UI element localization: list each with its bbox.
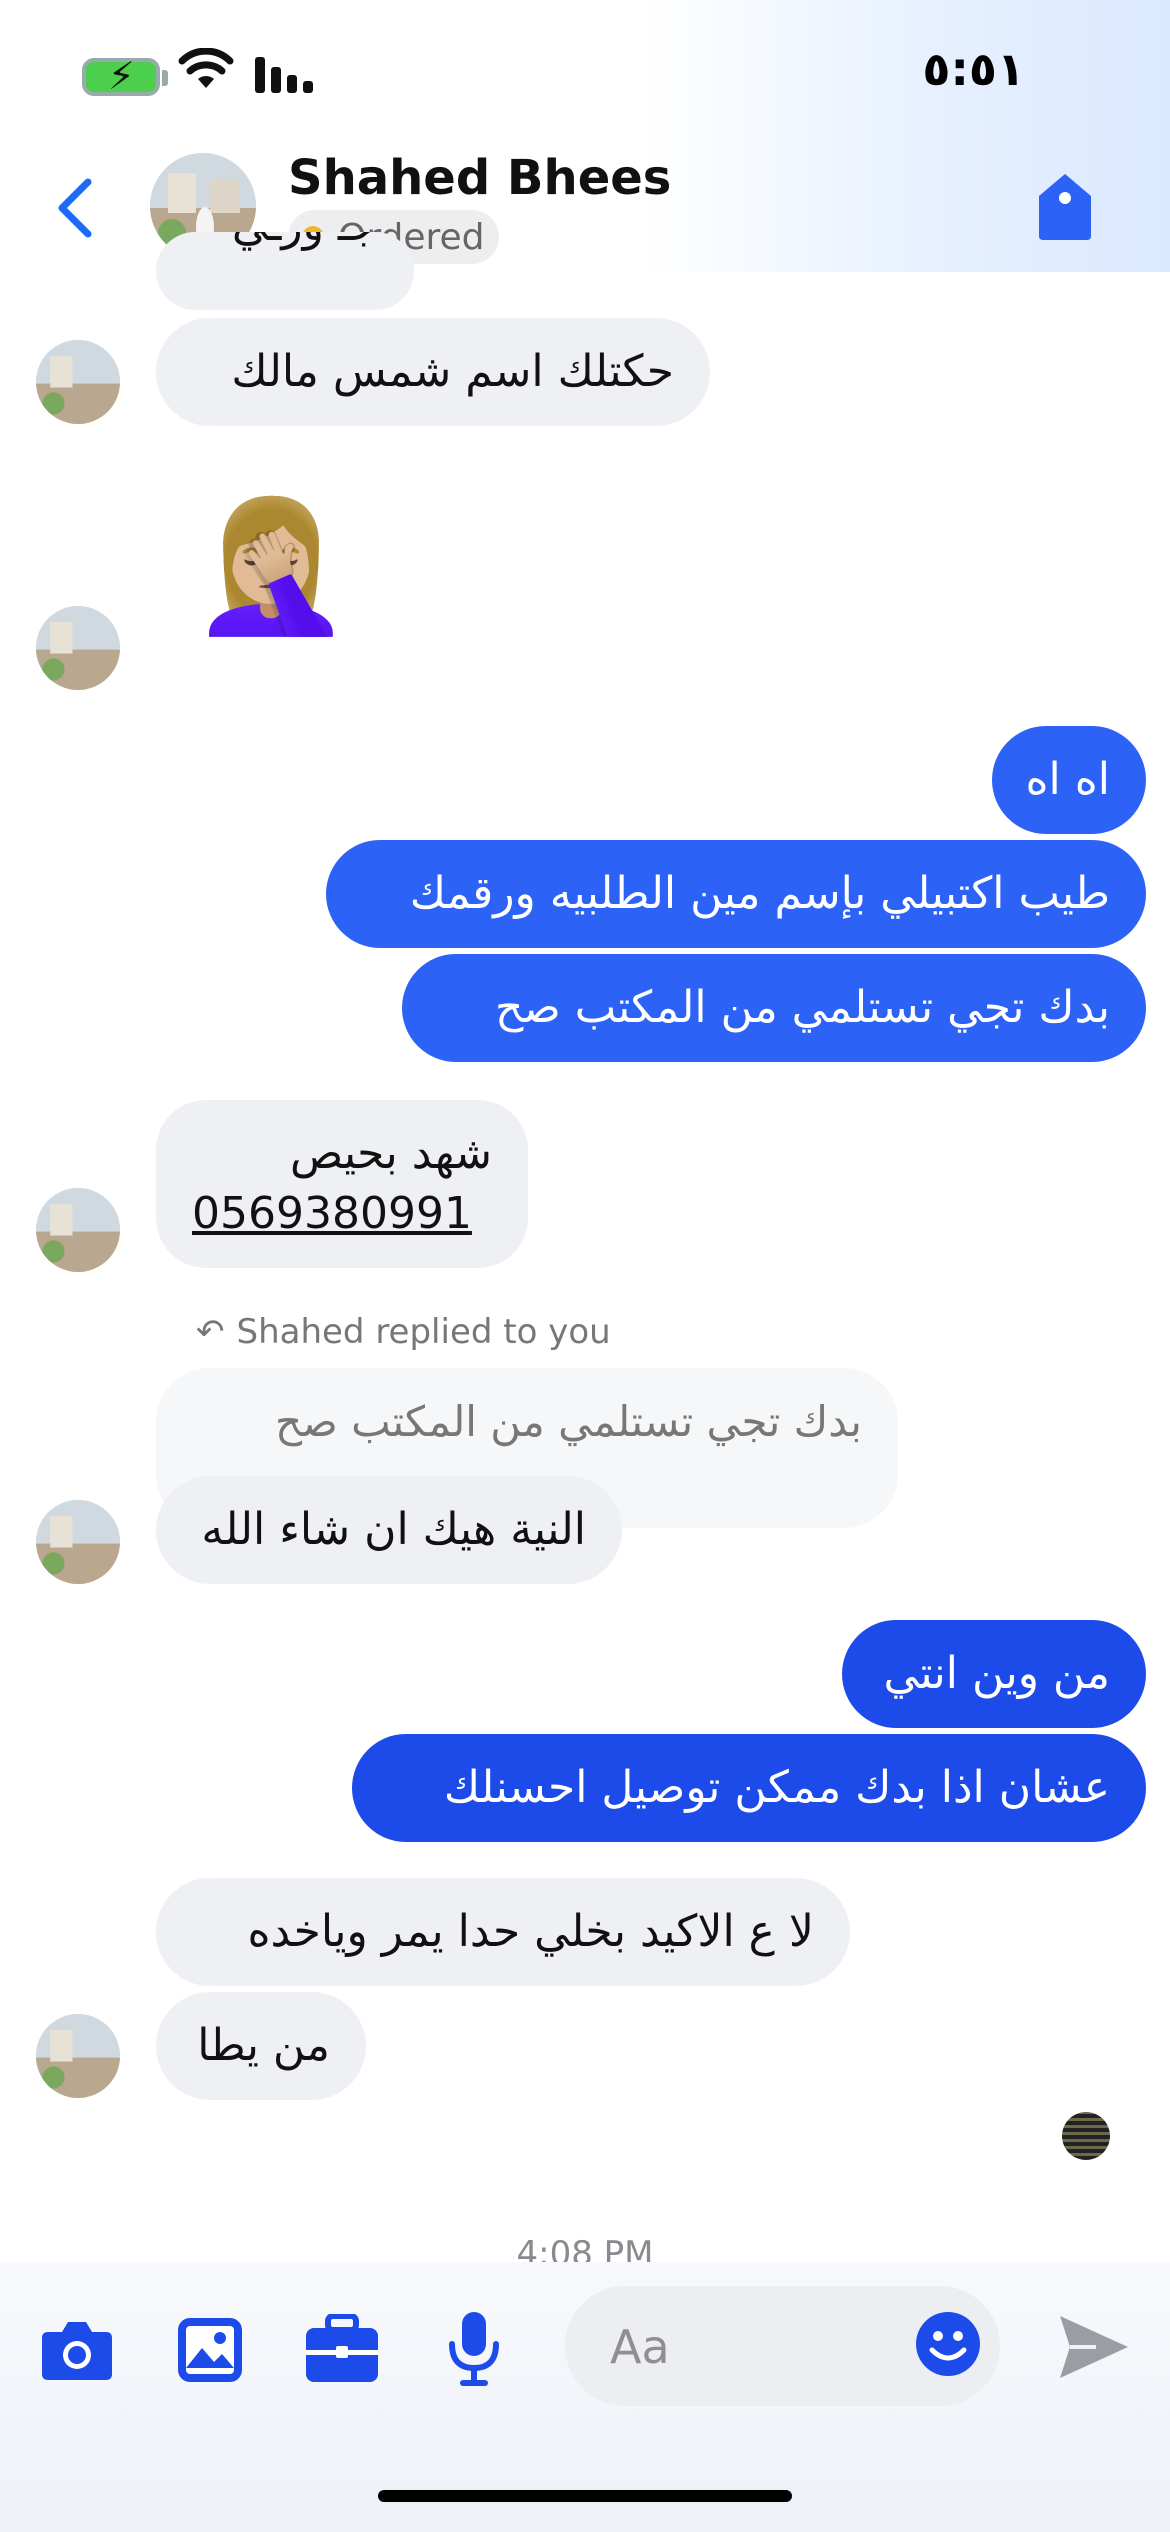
timestamp: 4:08 PM (516, 2234, 654, 2264)
message-bubble-outgoing[interactable]: بدك تجي تستلمي من المكتب صح (402, 954, 1146, 1062)
sender-avatar[interactable] (36, 1500, 120, 1584)
send-icon[interactable] (1056, 2312, 1132, 2382)
camera-icon[interactable] (40, 2318, 114, 2382)
microphone-icon[interactable] (446, 2310, 502, 2390)
sender-avatar[interactable] (36, 2014, 120, 2098)
emoji-icon[interactable] (914, 2310, 982, 2378)
message-bubble-incoming[interactable]: شهد بحيص 0569380991 (156, 1100, 528, 1268)
sender-avatar[interactable] (36, 1188, 120, 1272)
message-bubble-incoming[interactable]: النية هيك ان شاء الله (156, 1476, 622, 1584)
reply-arrow-icon: ↶ (196, 1312, 225, 1352)
sender-avatar[interactable] (36, 340, 120, 424)
status-time: ٥:٥١ (922, 42, 1025, 96)
message-input-placeholder: Aa (610, 2320, 670, 2374)
message-line: شهد بحيص (289, 1128, 492, 1179)
cellular-signal-icon (255, 57, 313, 93)
wifi-icon (178, 48, 234, 88)
message-bubble-incoming[interactable]: لا ع الاكيد بخلي حدا يمر وياخده (156, 1878, 850, 1986)
message-bubble-incoming[interactable]: من يطا (156, 1992, 366, 2100)
gallery-icon[interactable] (176, 2316, 244, 2384)
message-bubble-outgoing[interactable]: طيب اكتبيلي بإسم مين الطلبيه ورقمك (326, 840, 1146, 948)
phone-number-link[interactable]: 0569380991 (192, 1184, 492, 1244)
message-bubble-outgoing[interactable]: من وين انتي (842, 1620, 1146, 1728)
contact-name: Shahed Bhees (288, 150, 672, 206)
reply-indicator: ↶ Shahed replied to you (196, 1312, 611, 1352)
message-bubble-incoming[interactable]: حكتلك اسم شمس مالك (156, 318, 710, 426)
charging-icon: ⚡ (108, 54, 135, 98)
message-bubble-incoming[interactable]: جـ ورـي (156, 232, 414, 310)
sender-avatar[interactable] (36, 606, 120, 690)
emoji-message[interactable]: 🤦🏼‍♀️ (190, 480, 352, 650)
message-bubble-outgoing[interactable]: عشان اذا بدك ممكن توصيل احسنلك (352, 1734, 1146, 1842)
tag-icon[interactable] (1035, 172, 1095, 242)
home-indicator (378, 2490, 792, 2502)
briefcase-icon[interactable] (304, 2314, 380, 2384)
back-chevron-icon[interactable] (52, 178, 98, 238)
read-receipt-avatar (1062, 2112, 1110, 2160)
battery-tip (162, 70, 168, 86)
message-bubble-outgoing[interactable]: اه اه (992, 726, 1146, 834)
